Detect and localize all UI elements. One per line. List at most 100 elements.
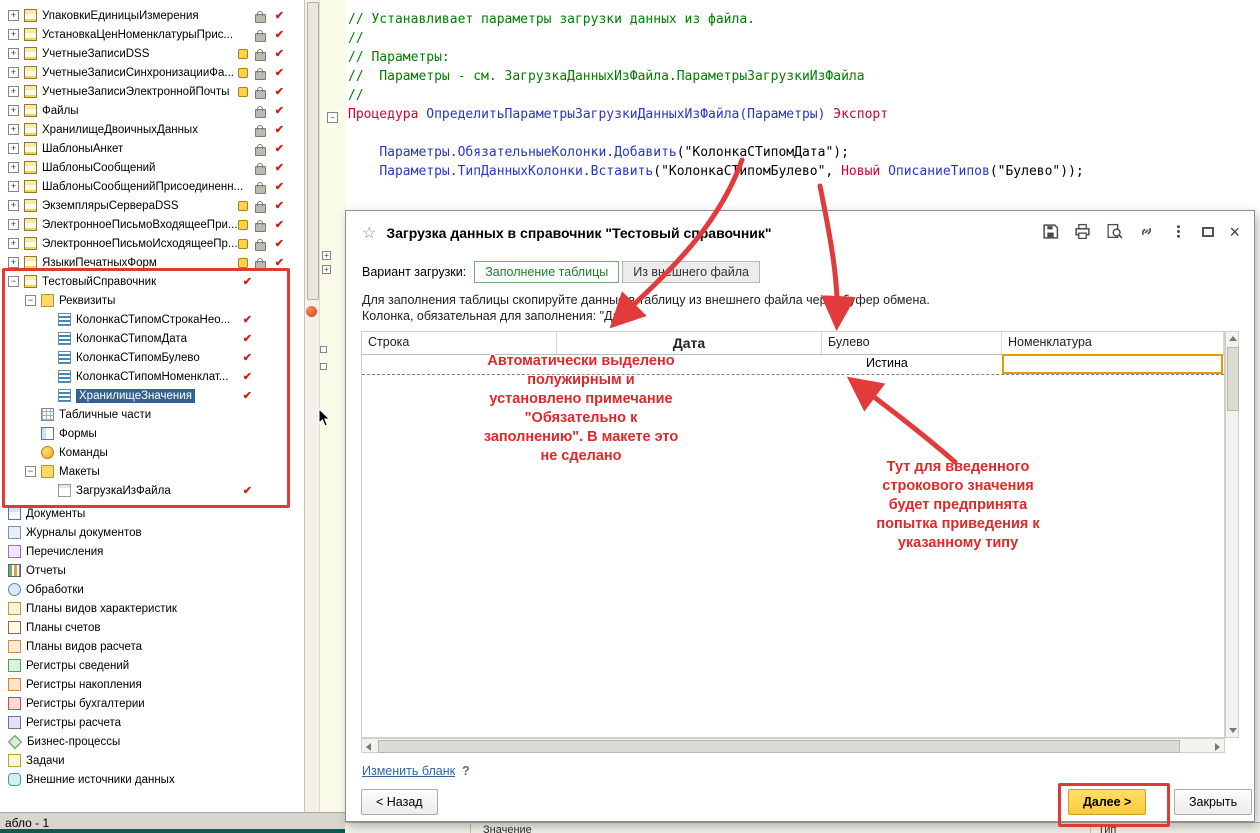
tree-section-item[interactable]: Обработки	[0, 580, 304, 599]
table-row[interactable]: Истина	[362, 354, 1224, 375]
code-fold-expand-icon[interactable]: +	[322, 265, 331, 274]
variant-option-button[interactable]: Заполнение таблицы	[474, 261, 619, 283]
tree-section-item[interactable]: Регистры расчета	[0, 713, 304, 732]
tree-item[interactable]: +ЭлектронноеПисьмоИсходящееПр...✔	[0, 234, 304, 253]
grid-hscroll-thumb[interactable]	[378, 740, 1180, 753]
code-fold-expand-icon[interactable]	[320, 346, 327, 353]
code-editor[interactable]: // Устанавливает параметры загрузки данн…	[348, 10, 1084, 181]
help-question-mark[interactable]: ?	[462, 764, 470, 778]
table-cell[interactable]	[362, 354, 557, 374]
tree-expand-toggle[interactable]: −	[25, 466, 36, 477]
edit-template-link[interactable]: Изменить бланк	[362, 764, 455, 778]
table-cell[interactable]: Истина	[822, 354, 1002, 374]
tree-section-item[interactable]: Журналы документов	[0, 523, 304, 542]
grid-vertical-scrollbar[interactable]	[1225, 331, 1239, 738]
code-fold-collapse-icon[interactable]: −	[327, 112, 338, 123]
tree-section-item[interactable]: Отчеты	[0, 561, 304, 580]
close-icon[interactable]: ×	[1229, 225, 1240, 239]
tree-section-item[interactable]: Планы видов характеристик	[0, 599, 304, 618]
code-fold-expand-icon[interactable]	[320, 363, 327, 370]
column-header[interactable]: Строка	[362, 332, 557, 354]
tree-item[interactable]: +УчетныеЗаписиЭлектроннойПочты✔	[0, 82, 304, 101]
tree-item[interactable]: +ШаблоныАнкет✔	[0, 139, 304, 158]
tree-section-item[interactable]: Регистры бухгалтерии	[0, 694, 304, 713]
tree-expand-toggle[interactable]: +	[8, 29, 19, 40]
tree-section-item[interactable]: Планы видов расчета	[0, 637, 304, 656]
tree-item[interactable]: КолонкаСТипомНоменклат...✔	[0, 367, 304, 386]
save-icon[interactable]	[1042, 223, 1059, 240]
tree-item[interactable]: ХранилищеЗначения✔	[0, 386, 304, 405]
tree-section-item[interactable]: Внешние источники данных	[0, 770, 304, 789]
tree-item[interactable]: +УпаковкиЕдиницыИзмерения✔	[0, 6, 304, 25]
grid-horizontal-scrollbar[interactable]	[361, 738, 1225, 753]
close-button[interactable]: Закрыть	[1174, 789, 1252, 815]
tree-item[interactable]: +УстановкаЦенНоменклатурыПрис...✔	[0, 25, 304, 44]
tree-item[interactable]: +ШаблоныСообщенийПрисоединенн...✔	[0, 177, 304, 196]
tree-item[interactable]: −ТестовыйСправочник✔	[0, 272, 304, 291]
tree-expand-toggle[interactable]: +	[8, 257, 19, 268]
print-icon[interactable]	[1074, 223, 1091, 240]
column-header[interactable]: Номенклатура	[1002, 332, 1224, 354]
back-button[interactable]: < Назад	[361, 789, 438, 815]
tree-item[interactable]: +УчетныеЗаписиDSS✔	[0, 44, 304, 63]
tree-expand-toggle[interactable]: +	[8, 67, 19, 78]
tree-item[interactable]: КолонкаСТипомСтрокаНео...✔	[0, 310, 304, 329]
tree-expand-toggle[interactable]: +	[8, 162, 19, 173]
preview-icon[interactable]	[1106, 223, 1123, 240]
tree-item[interactable]: −Реквизиты	[0, 291, 304, 310]
tree-item[interactable]: +ХранилищеДвоичныхДанных✔	[0, 120, 304, 139]
tree-item[interactable]: −Макеты	[0, 462, 304, 481]
maximize-icon[interactable]	[1202, 227, 1214, 237]
tree-section-item[interactable]: Планы счетов	[0, 618, 304, 637]
scroll-right-icon[interactable]	[1215, 743, 1220, 751]
column-header[interactable]: Дата	[557, 332, 822, 354]
tree-item[interactable]: КолонкаСТипомДата✔	[0, 329, 304, 348]
tree-section-item[interactable]: Задачи	[0, 751, 304, 770]
table-cell[interactable]	[557, 354, 822, 374]
tree-expand-toggle[interactable]: +	[8, 200, 19, 211]
tree-section-item[interactable]: Регистры накопления	[0, 675, 304, 694]
tree-expand-toggle[interactable]: +	[8, 10, 19, 21]
tree-expand-toggle[interactable]: +	[8, 181, 19, 192]
tree-expand-toggle[interactable]: +	[8, 143, 19, 154]
tree-item[interactable]: КолонкаСТипомБулево✔	[0, 348, 304, 367]
tree-item[interactable]: Команды	[0, 443, 304, 462]
tree-scrollbar-thumb[interactable]	[307, 2, 319, 300]
tree-item[interactable]: ЗагрузкаИзФайла✔	[0, 481, 304, 500]
scroll-left-icon[interactable]	[366, 743, 371, 751]
tree-expand-toggle[interactable]: +	[8, 238, 19, 249]
tree-item[interactable]: +ЭлектронноеПисьмоВходящееПри...✔	[0, 215, 304, 234]
scroll-up-icon[interactable]	[1229, 336, 1237, 341]
code-fold-expand-icon[interactable]: +	[322, 251, 331, 260]
metadata-tree[interactable]: +УпаковкиЕдиницыИзмерения✔+УстановкаЦенН…	[0, 0, 304, 812]
tree-item[interactable]: +ЯзыкиПечатныхФорм✔	[0, 253, 304, 272]
tree-expand-toggle[interactable]: +	[8, 124, 19, 135]
tree-expand-toggle[interactable]: −	[25, 295, 36, 306]
tree-section-item[interactable]: Бизнес-процессы	[0, 732, 304, 751]
tree-scrollbar[interactable]	[304, 0, 319, 812]
link-icon[interactable]	[1138, 223, 1155, 240]
next-button[interactable]: Далее >	[1068, 789, 1146, 815]
tree-item[interactable]: Формы	[0, 424, 304, 443]
tree-item[interactable]: Табличные части	[0, 405, 304, 424]
scroll-down-icon[interactable]	[1229, 728, 1237, 733]
tree-expand-toggle[interactable]: +	[8, 48, 19, 59]
favorite-star-icon[interactable]: ☆	[362, 223, 376, 243]
tree-expand-toggle[interactable]: +	[8, 105, 19, 116]
active-cell[interactable]	[1002, 354, 1223, 374]
tree-section-item[interactable]: Документы	[0, 504, 304, 523]
tree-section-item[interactable]: Регистры сведений	[0, 656, 304, 675]
tree-item[interactable]: +ШаблоныСообщений✔	[0, 158, 304, 177]
tree-section-item[interactable]: Перечисления	[0, 542, 304, 561]
tree-expand-toggle[interactable]: −	[8, 276, 19, 287]
variant-option-button[interactable]: Из внешнего файла	[622, 261, 760, 283]
grid-vscroll-thumb[interactable]	[1227, 347, 1239, 411]
tree-expand-toggle[interactable]: +	[8, 86, 19, 97]
tree-item[interactable]: +Файлы✔	[0, 101, 304, 120]
column-header[interactable]: Булево	[822, 332, 1002, 354]
tree-expand-toggle[interactable]: +	[8, 219, 19, 230]
tree-item[interactable]: +УчетныеЗаписиСинхронизацииФа...✔	[0, 63, 304, 82]
more-icon[interactable]	[1170, 223, 1187, 240]
data-grid-body[interactable]: СтрокаДатаБулевоНоменклатура Истина	[361, 331, 1225, 738]
tree-item[interactable]: +ЭкземплярыСервераDSS✔	[0, 196, 304, 215]
